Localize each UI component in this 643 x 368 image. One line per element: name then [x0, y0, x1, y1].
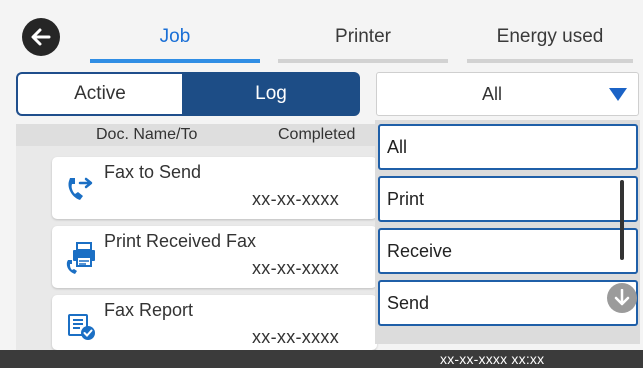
job-completed-date: xx-xx-xxxx	[252, 258, 339, 278]
tab-job-indicator	[90, 59, 260, 63]
log-toggle-button[interactable]: Log	[182, 72, 360, 116]
filter-selected-value: All	[481, 84, 502, 104]
active-toggle-button[interactable]: Active	[16, 72, 182, 116]
fax-print-received-icon	[66, 242, 95, 274]
column-header-row: Doc. Name/To Completed	[16, 124, 376, 146]
dropdown-scrollbar[interactable]	[620, 180, 624, 260]
job-row-fax-report[interactable]: Fax Report xx-xx-xxxx	[52, 295, 377, 350]
scroll-down-button[interactable]	[607, 283, 637, 313]
tab-job[interactable]: Job	[90, 26, 260, 48]
dropdown-option-print[interactable]: Print	[378, 176, 638, 222]
job-completed-date: xx-xx-xxxx	[252, 327, 339, 347]
fax-send-icon	[68, 177, 93, 200]
tab-energy-used[interactable]: Energy used	[467, 26, 633, 48]
job-name: Print Received Fax	[104, 231, 257, 251]
dropdown-option-receive[interactable]: Receive	[378, 228, 638, 274]
filter-dropdown-menu: All Print Receive Send	[375, 120, 640, 344]
arrow-down-icon	[614, 289, 630, 306]
status-bar: xx-xx-xxxx xx:xx	[0, 350, 643, 368]
job-name: Fax Report	[104, 300, 194, 320]
job-row-print-received-fax[interactable]: Print Received Fax xx-xx-xxxx	[52, 226, 377, 288]
arrow-left-icon	[31, 28, 51, 46]
triangle-down-icon	[609, 88, 627, 101]
tab-energy-indicator	[467, 59, 633, 63]
tab-printer-indicator	[278, 59, 448, 63]
job-name: Fax to Send	[104, 162, 202, 182]
back-button[interactable]	[22, 18, 60, 56]
dropdown-option-all[interactable]: All	[378, 124, 638, 170]
dropdown-option-send[interactable]: Send	[378, 280, 638, 326]
job-type-filter-select[interactable]: All	[376, 72, 639, 116]
job-completed-date: xx-xx-xxxx	[252, 189, 339, 209]
status-datetime: xx-xx-xxxx xx:xx	[440, 351, 545, 367]
tab-printer[interactable]: Printer	[278, 26, 448, 48]
fax-report-icon	[68, 314, 95, 340]
column-doc-name: Doc. Name/To	[96, 126, 198, 143]
job-row-fax-to-send[interactable]: Fax to Send xx-xx-xxxx	[52, 157, 377, 219]
column-completed: Completed	[278, 126, 356, 143]
